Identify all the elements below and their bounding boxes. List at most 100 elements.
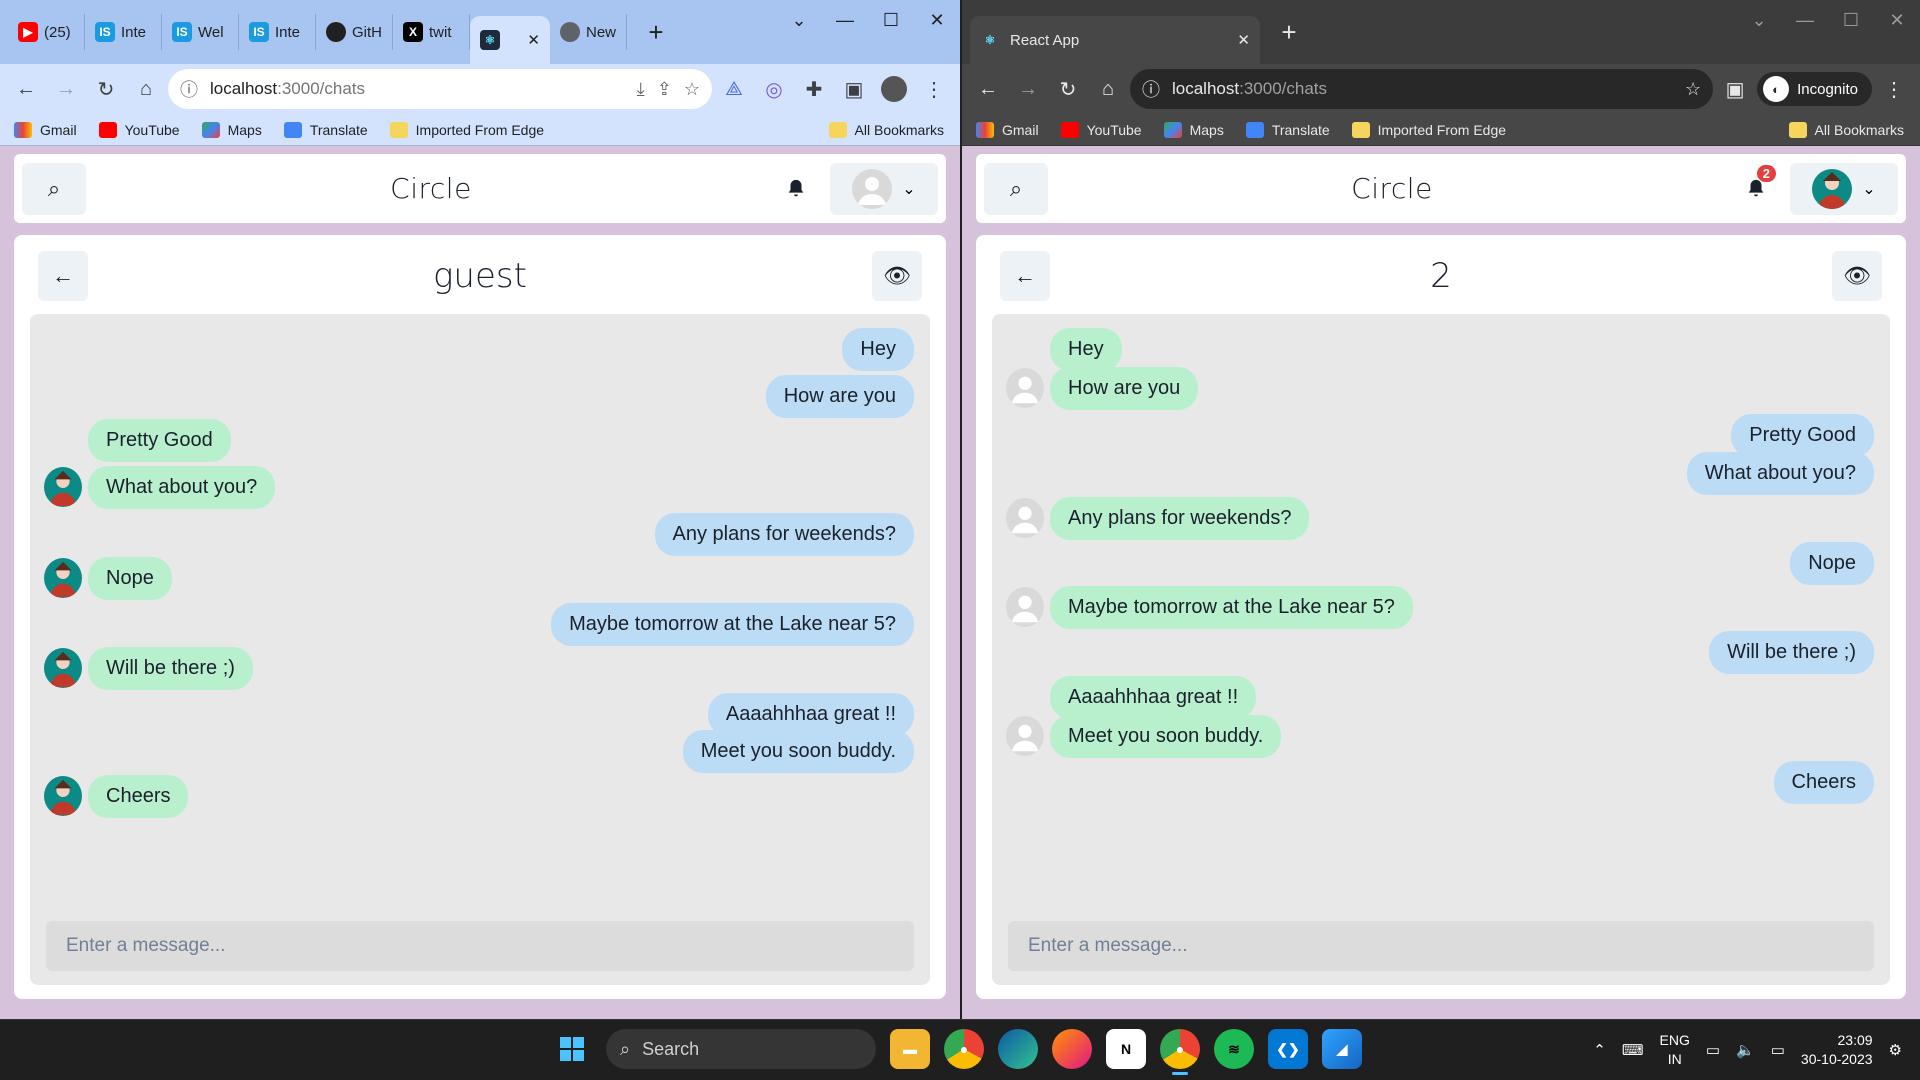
forward-icon[interactable]: →: [48, 71, 84, 107]
all-bookmarks-folder[interactable]: All Bookmarks: [828, 122, 944, 138]
spotify-icon[interactable]: ≋: [1214, 1029, 1254, 1069]
home-icon[interactable]: ⌂: [128, 71, 164, 107]
address-bar[interactable]: ⓘ localhost:3000/chats ☆: [1130, 69, 1714, 109]
browser-tab[interactable]: ⚛ ✕: [470, 16, 550, 64]
message-input[interactable]: [46, 921, 914, 971]
new-tab-button[interactable]: +: [1274, 17, 1304, 48]
maximize-icon[interactable]: ☐: [868, 6, 914, 34]
bookmark-star-icon[interactable]: ☆: [1685, 79, 1701, 100]
extensions-puzzle-icon[interactable]: ✚: [796, 71, 832, 107]
bookmarks-bar: Gmail YouTube Maps Translate Imported Fr…: [962, 114, 1920, 146]
message-list[interactable]: Hey How are you Pretty Good What about you?…: [30, 328, 930, 902]
volume-icon[interactable]: 🔈: [1736, 1041, 1755, 1059]
chevron-up-icon[interactable]: ⌃: [1593, 1041, 1606, 1059]
chevron-down-icon: ⌄: [1862, 180, 1876, 198]
bookmark-youtube[interactable]: YouTube: [1060, 121, 1142, 138]
browser-tab[interactable]: IS Wel: [162, 14, 239, 50]
forward-icon[interactable]: →: [1010, 71, 1046, 107]
site-info-icon[interactable]: ⓘ: [180, 76, 198, 102]
back-button[interactable]: ←: [1000, 251, 1050, 301]
browser-tab[interactable]: IS Inte: [85, 14, 162, 50]
browser-tab[interactable]: New: [550, 14, 627, 50]
app-icon[interactable]: ◢: [1322, 1029, 1362, 1069]
profile-menu-button[interactable]: ⌄: [1790, 162, 1898, 215]
avatar-slot: [44, 558, 82, 598]
bookmark-maps[interactable]: Maps: [1163, 121, 1224, 138]
network-icon[interactable]: ▭: [1706, 1041, 1720, 1059]
extension-icon[interactable]: ⟁: [716, 71, 752, 107]
profile-avatar-icon[interactable]: [876, 71, 912, 107]
tab-search-icon[interactable]: ⌄: [1736, 6, 1782, 34]
maximize-icon[interactable]: ☐: [1828, 6, 1874, 34]
avatar-slot: [44, 467, 82, 507]
back-icon[interactable]: ←: [970, 71, 1006, 107]
minimize-icon[interactable]: —: [822, 6, 868, 34]
notification-bell-button[interactable]: 2: [1736, 164, 1776, 209]
install-icon[interactable]: ⤓: [637, 79, 645, 100]
url-text[interactable]: localhost:3000/chats: [1172, 79, 1673, 99]
chrome-icon[interactable]: ●: [944, 1029, 984, 1069]
search-user-button[interactable]: ⌕: [984, 162, 1048, 215]
message-row: How are you: [1006, 366, 1874, 410]
back-button[interactable]: ←: [38, 251, 88, 301]
browser-tab[interactable]: Xtwit: [393, 14, 470, 50]
message-input[interactable]: [1008, 921, 1874, 971]
battery-icon[interactable]: ▭: [1771, 1041, 1785, 1059]
search-user-button[interactable]: ⌕: [22, 162, 86, 215]
keyboard-icon[interactable]: ⌨: [1622, 1041, 1644, 1059]
close-window-icon[interactable]: ✕: [1874, 6, 1920, 34]
share-icon[interactable]: ⇪: [657, 79, 672, 100]
back-icon[interactable]: ←: [8, 71, 44, 107]
bookmark-maps[interactable]: Maps: [201, 121, 262, 138]
browser-tab[interactable]: GitH: [316, 14, 393, 50]
clock[interactable]: 23:09 30-10-2023: [1801, 1031, 1873, 1069]
view-profile-button[interactable]: 👁: [871, 251, 922, 301]
side-panel-icon[interactable]: ▣: [1717, 71, 1753, 107]
vscode-icon[interactable]: ❮❯: [1268, 1029, 1308, 1069]
bookmark-folder-edge[interactable]: Imported From Edge: [1351, 121, 1506, 138]
bookmark-translate[interactable]: Translate: [283, 121, 368, 138]
close-tab-icon[interactable]: ✕: [1237, 31, 1250, 49]
reload-icon[interactable]: ↻: [1050, 71, 1086, 107]
message-row: Nope: [1006, 541, 1874, 585]
tab-react-app[interactable]: ⚛ React App ✕: [970, 16, 1260, 64]
menu-icon[interactable]: ⋮: [1876, 71, 1912, 107]
close-window-icon[interactable]: ✕: [914, 6, 960, 34]
bookmark-youtube[interactable]: YouTube: [98, 121, 180, 138]
reload-icon[interactable]: ↻: [88, 71, 124, 107]
bookmark-gmail[interactable]: Gmail: [14, 121, 77, 138]
incognito-indicator[interactable]: ◐ Incognito: [1757, 72, 1872, 106]
notification-bell-button[interactable]: [776, 169, 816, 209]
notifications-icon[interactable]: ⚙: [1889, 1041, 1902, 1059]
bookmark-folder-edge[interactable]: Imported From Edge: [389, 121, 544, 138]
menu-icon[interactable]: ⋮: [916, 71, 952, 107]
chrome-icon[interactable]: ●: [1160, 1029, 1200, 1075]
profile-menu-button[interactable]: ⌄: [830, 162, 938, 215]
bookmark-gmail[interactable]: Gmail: [976, 121, 1039, 138]
home-icon[interactable]: ⌂: [1090, 71, 1126, 107]
edge-icon[interactable]: [998, 1029, 1038, 1069]
extension-icon[interactable]: ◎: [756, 71, 792, 107]
url-text[interactable]: localhost:3000/chats: [210, 79, 625, 99]
minimize-icon[interactable]: —: [1782, 6, 1828, 34]
taskbar-search[interactable]: ⌕ Search: [606, 1029, 876, 1069]
all-bookmarks-folder[interactable]: All Bookmarks: [1788, 122, 1904, 138]
firefox-icon[interactable]: [1052, 1029, 1092, 1069]
view-profile-button[interactable]: 👁: [1831, 251, 1882, 301]
browser-tab[interactable]: ▶ (25): [8, 14, 85, 50]
side-panel-icon[interactable]: ▣: [836, 71, 872, 107]
notion-icon[interactable]: N: [1106, 1029, 1146, 1069]
new-tab-button[interactable]: +: [641, 17, 671, 48]
file-explorer-icon[interactable]: ▬: [890, 1029, 930, 1069]
address-bar[interactable]: ⓘ localhost:3000/chats ⤓ ⇪ ☆: [168, 69, 712, 109]
close-tab-icon[interactable]: ✕: [527, 31, 540, 49]
language-indicator[interactable]: ENG IN: [1660, 1031, 1690, 1069]
site-info-icon[interactable]: ⓘ: [1142, 76, 1160, 102]
bookmark-translate[interactable]: Translate: [1245, 121, 1330, 138]
browser-tab[interactable]: IS Inte: [239, 14, 316, 50]
tab-search-icon[interactable]: ⌄: [776, 6, 822, 34]
interviewbit-icon: IS: [249, 22, 269, 42]
message-list[interactable]: Hey How are you Pretty Good What about you?…: [992, 328, 1890, 902]
windows-start-icon[interactable]: [552, 1029, 592, 1069]
bookmark-star-icon[interactable]: ☆: [684, 79, 700, 100]
